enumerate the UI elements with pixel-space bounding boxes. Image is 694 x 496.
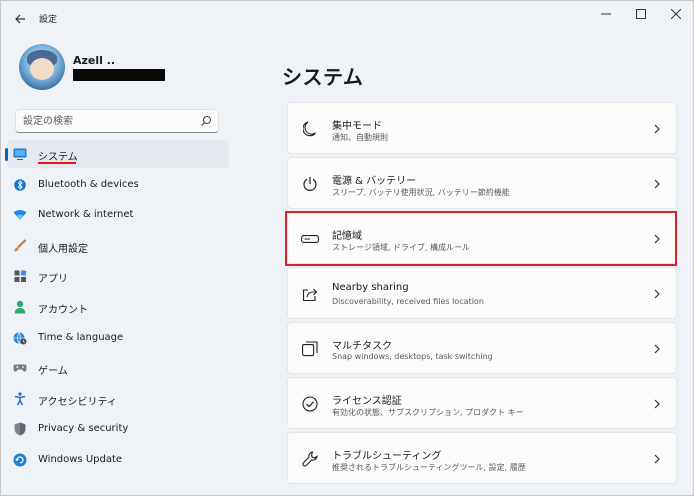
- card-subtitle: 推奨されるトラブルシューティングツール, 設定, 履歴: [332, 463, 526, 472]
- wrench-icon: [301, 450, 319, 468]
- close-button[interactable]: [661, 5, 691, 23]
- accessibility-icon: [13, 392, 27, 406]
- user-name: Azell ..: [73, 54, 116, 67]
- share-icon: [301, 285, 319, 303]
- card-troubleshoot[interactable]: トラブルシューティング 推奨されるトラブルシューティングツール, 設定, 履歴: [287, 432, 677, 484]
- chevron-right-icon: [652, 398, 662, 410]
- person-icon: [13, 300, 27, 314]
- sidebar-item-label: Bluetooth & devices: [38, 178, 139, 190]
- back-button[interactable]: [11, 10, 29, 28]
- card-title: ライセンス認証: [332, 396, 402, 407]
- sidebar-item-personalization[interactable]: 個人用設定: [7, 232, 229, 260]
- moon-icon: [301, 120, 319, 138]
- sidebar-item-privacy[interactable]: Privacy & security: [7, 415, 229, 443]
- shield-icon: [13, 422, 27, 436]
- chevron-right-icon: [652, 453, 662, 465]
- monitor-icon: [13, 147, 27, 161]
- user-email-redacted: [73, 69, 165, 81]
- back-arrow-icon: [15, 14, 25, 24]
- card-subtitle: 通知、自動規則: [332, 133, 388, 142]
- minimize-icon: [601, 13, 611, 15]
- globe-clock-icon: [13, 331, 27, 345]
- sidebar-item-gaming[interactable]: ゲーム: [7, 354, 229, 382]
- app-title: 設定: [39, 15, 58, 25]
- sidebar-item-label: 個人用設定: [38, 243, 88, 255]
- selection-indicator: [5, 148, 8, 161]
- card-title: 電源 & バッテリー: [332, 176, 417, 187]
- maximize-icon: [636, 9, 646, 19]
- update-icon: [13, 453, 27, 467]
- card-nearby-sharing[interactable]: Nearby sharing Discoverability, received…: [287, 267, 677, 319]
- search-input[interactable]: [23, 113, 193, 129]
- card-subtitle: Discoverability, received files location: [332, 297, 484, 306]
- chevron-right-icon: [652, 343, 662, 355]
- sidebar-item-time-language[interactable]: Time & language: [7, 324, 229, 352]
- search-icon[interactable]: [200, 115, 212, 127]
- check-circle-icon: [301, 395, 319, 413]
- sidebar-item-accessibility[interactable]: アクセシビリティ: [7, 385, 229, 413]
- card-title: トラブルシューティング: [332, 451, 442, 462]
- title-bar: 設定: [1, 1, 693, 35]
- power-icon: [301, 175, 319, 193]
- close-icon: [671, 9, 681, 19]
- sidebar-item-label: Network & internet: [38, 209, 134, 221]
- sidebar-item-label: アプリ: [38, 274, 68, 286]
- sidebar-nav: システム Bluetooth & devices Network & inter…: [5, 140, 229, 477]
- card-subtitle: Snap windows, desktops, task switching: [332, 352, 493, 361]
- avatar[interactable]: [19, 44, 65, 90]
- red-underline-annotation: [38, 162, 76, 164]
- card-title: Nearby sharing: [332, 282, 409, 293]
- sidebar-item-label: Time & language: [38, 331, 124, 343]
- sidebar-item-label: Windows Update: [38, 453, 123, 465]
- chevron-right-icon: [652, 288, 662, 300]
- brush-icon: [13, 238, 27, 253]
- card-title: 記憶域: [332, 231, 362, 242]
- bluetooth-icon: [13, 178, 27, 192]
- storage-icon: [301, 230, 319, 248]
- sidebar-item-label: アカウント: [38, 304, 88, 316]
- card-power-battery[interactable]: 電源 & バッテリー スリープ, バッテリ使用状況, バッテリー節約機能: [287, 157, 677, 209]
- sidebar-item-apps[interactable]: アプリ: [7, 262, 229, 290]
- sidebar-item-label: アクセシビリティ: [38, 396, 117, 408]
- card-subtitle: スリープ, バッテリ使用状況, バッテリー節約機能: [332, 188, 510, 197]
- sidebar-item-accounts[interactable]: アカウント: [7, 293, 229, 321]
- maximize-button[interactable]: [626, 5, 656, 23]
- sidebar-item-system[interactable]: システム: [5, 140, 229, 168]
- card-activation[interactable]: ライセンス認証 有効化の状態、サブスクリプション, プロダクト キー: [287, 377, 677, 429]
- page-title: システム: [282, 65, 364, 89]
- card-subtitle: 有効化の状態、サブスクリプション, プロダクト キー: [332, 408, 524, 417]
- card-focus[interactable]: 集中モード 通知、自動規則: [287, 102, 677, 154]
- settings-cards: 集中モード 通知、自動規則 電源 & バッテリー スリープ, バッテリ使用状況,…: [287, 102, 677, 487]
- gamepad-icon: [13, 361, 27, 375]
- card-title: 集中モード: [332, 121, 382, 132]
- sidebar-item-label: システム: [38, 152, 78, 163]
- chevron-right-icon: [652, 178, 662, 190]
- apps-icon: [13, 269, 27, 283]
- avatar-face: [30, 58, 54, 80]
- multitask-icon: [301, 340, 319, 358]
- card-subtitle: ストレージ領域, ドライブ, 構成ルール: [332, 243, 471, 252]
- minimize-button[interactable]: [591, 5, 621, 23]
- sidebar-item-label: ゲーム: [38, 366, 68, 378]
- sidebar-item-bluetooth[interactable]: Bluetooth & devices: [7, 171, 229, 199]
- chevron-right-icon: [652, 123, 662, 135]
- wifi-icon: [13, 208, 27, 222]
- card-title: マルチタスク: [332, 341, 392, 352]
- search-box[interactable]: [15, 109, 219, 133]
- settings-window: 設定 Azell .. システム: [0, 0, 694, 496]
- chevron-right-icon: [652, 233, 662, 245]
- sidebar-item-windows-update[interactable]: Windows Update: [7, 446, 229, 474]
- sidebar-item-label: Privacy & security: [38, 423, 129, 435]
- sidebar-item-network[interactable]: Network & internet: [7, 201, 229, 229]
- card-multitasking[interactable]: マルチタスク Snap windows, desktops, task swit…: [287, 322, 677, 374]
- card-storage[interactable]: 記憶域 ストレージ領域, ドライブ, 構成ルール: [287, 212, 677, 264]
